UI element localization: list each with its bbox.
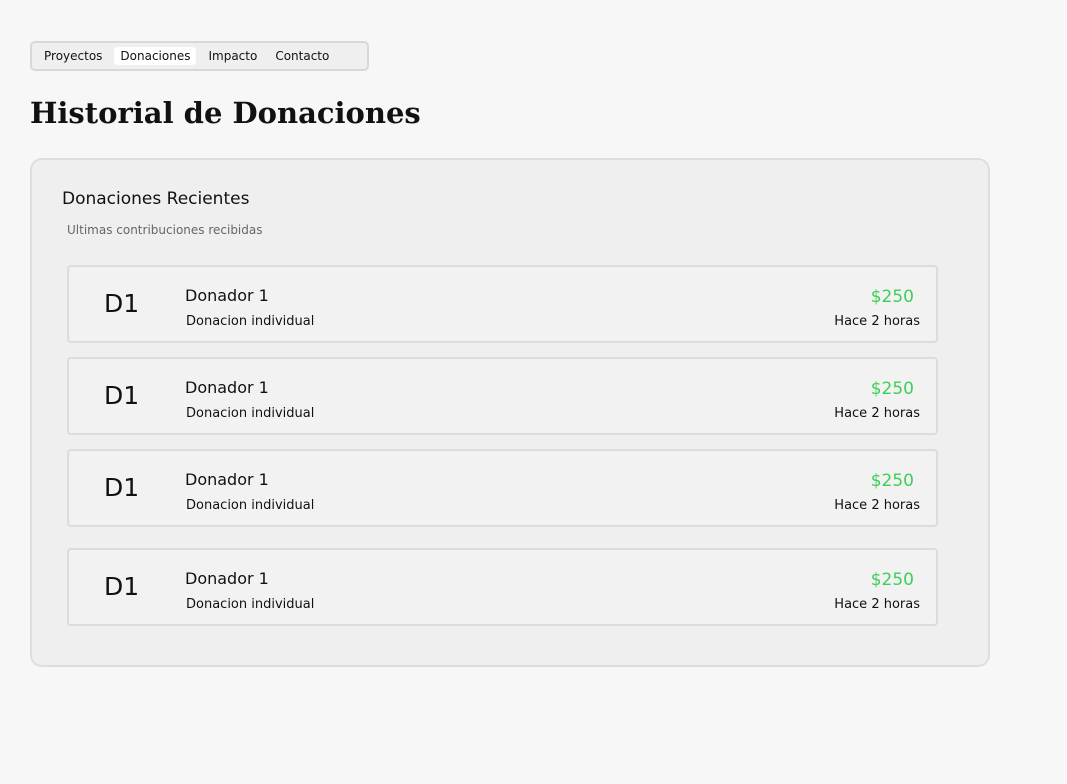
- donor-avatar: D1: [104, 289, 140, 318]
- tab-proyectos[interactable]: Proyectos: [38, 47, 108, 65]
- donation-time: Hace 2 horas: [834, 597, 920, 612]
- nav-tabs: Proyectos Donaciones Impacto Contacto: [30, 41, 369, 71]
- donation-time: Hace 2 horas: [834, 498, 920, 513]
- donor-avatar: D1: [104, 572, 140, 601]
- page-title: Historial de Donaciones: [30, 96, 421, 130]
- donation-type: Donacion individual: [186, 498, 315, 513]
- donation-amount: $250: [870, 287, 914, 307]
- donation-type: Donacion individual: [186, 314, 315, 329]
- donation-time: Hace 2 horas: [834, 406, 920, 421]
- donation-row[interactable]: D1 Donador 1 Donacion individual $250 Ha…: [67, 548, 938, 626]
- tab-donaciones[interactable]: Donaciones: [114, 47, 197, 65]
- donation-amount: $250: [870, 570, 914, 590]
- card-subtitle: Ultimas contribuciones recibidas: [67, 223, 263, 237]
- donation-row[interactable]: D1 Donador 1 Donacion individual $250 Ha…: [67, 265, 938, 343]
- donation-amount: $250: [870, 471, 914, 491]
- donation-type: Donacion individual: [186, 406, 315, 421]
- donor-name: Donador 1: [185, 286, 269, 305]
- tab-impacto[interactable]: Impacto: [202, 47, 263, 65]
- recent-donations-card: Donaciones Recientes Ultimas contribucio…: [30, 158, 990, 667]
- donor-name: Donador 1: [185, 569, 269, 588]
- donor-avatar: D1: [104, 473, 140, 502]
- tab-contacto[interactable]: Contacto: [269, 47, 335, 65]
- donor-name: Donador 1: [185, 378, 269, 397]
- donation-type: Donacion individual: [186, 597, 315, 612]
- donor-avatar: D1: [104, 381, 140, 410]
- card-title: Donaciones Recientes: [62, 189, 250, 209]
- donation-time: Hace 2 horas: [834, 314, 920, 329]
- donation-amount: $250: [870, 379, 914, 399]
- donation-row[interactable]: D1 Donador 1 Donacion individual $250 Ha…: [67, 357, 938, 435]
- donation-row[interactable]: D1 Donador 1 Donacion individual $250 Ha…: [67, 449, 938, 527]
- donor-name: Donador 1: [185, 470, 269, 489]
